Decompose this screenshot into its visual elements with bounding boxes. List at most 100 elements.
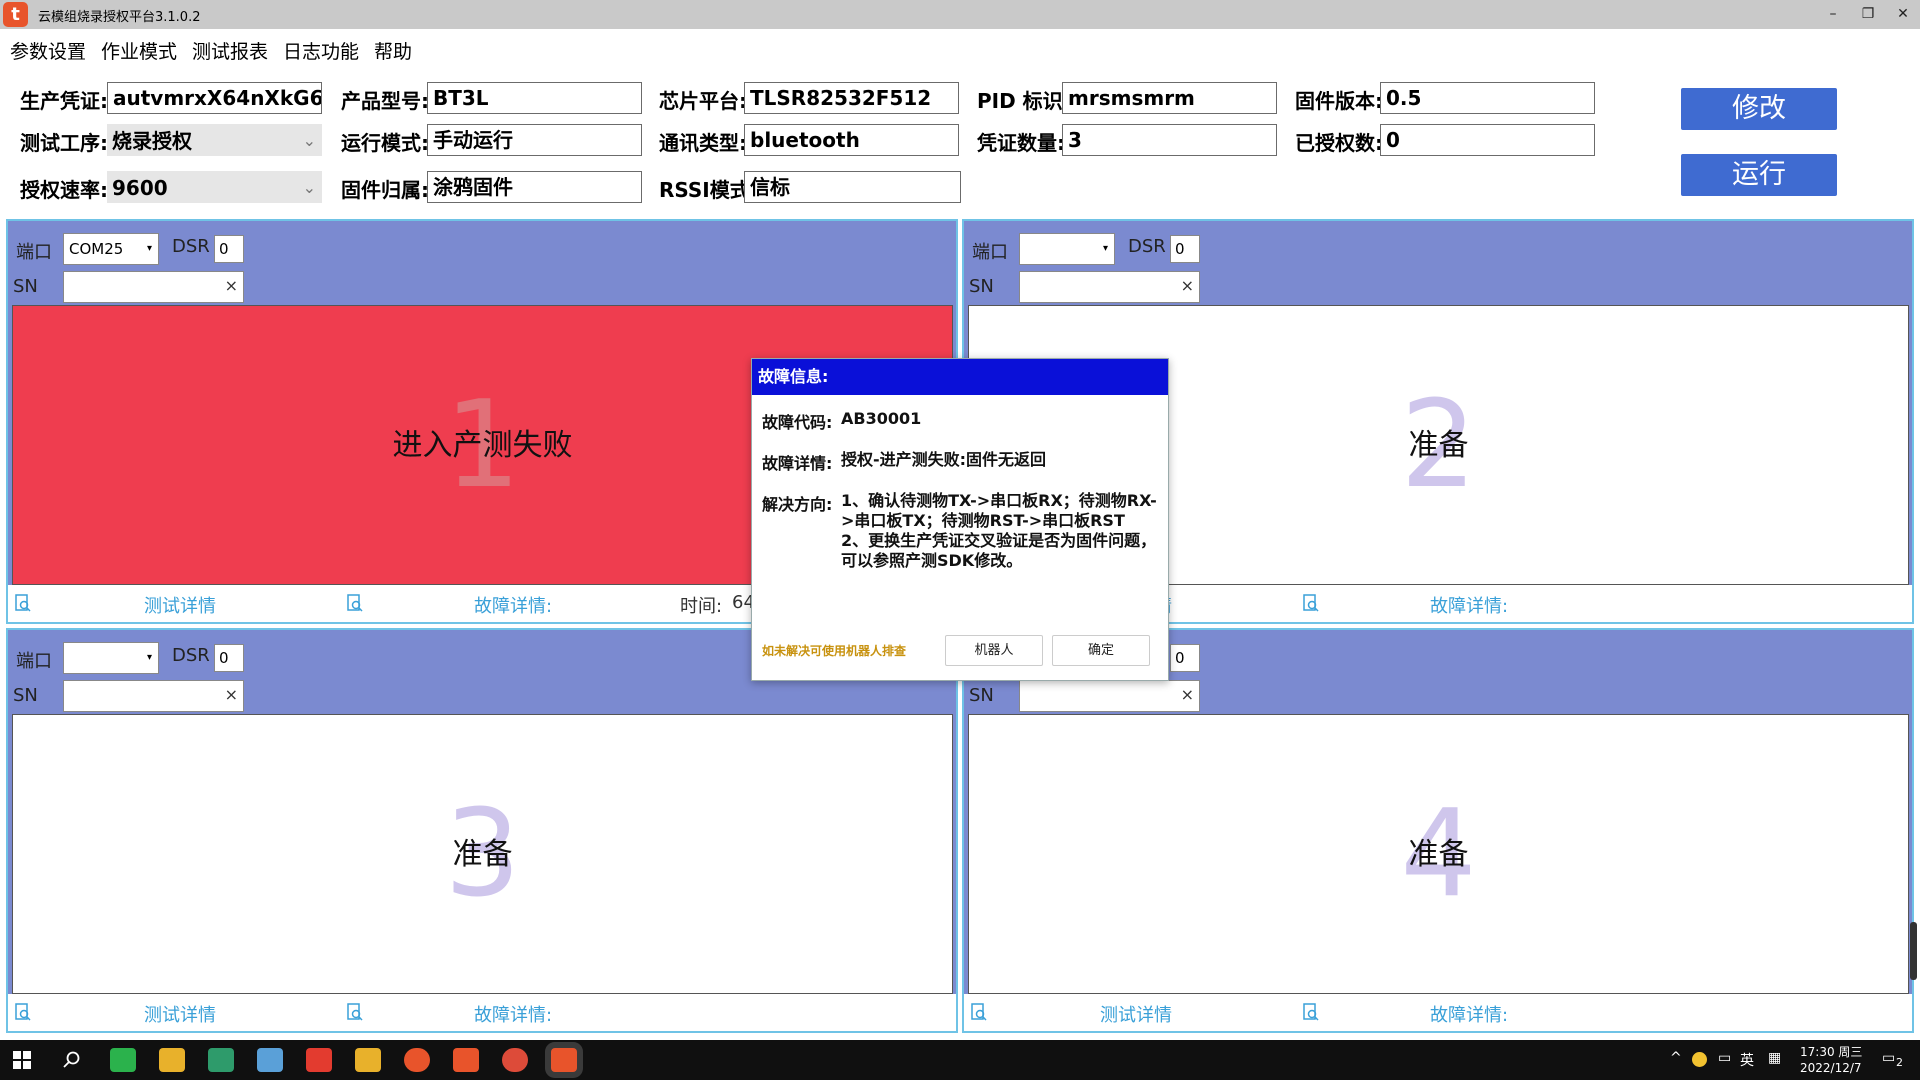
robot-button[interactable]: 机器人: [945, 635, 1043, 666]
chrome-icon[interactable]: [502, 1048, 528, 1072]
clear-icon[interactable]: ×: [1181, 276, 1194, 295]
search-doc-icon[interactable]: [346, 1003, 364, 1021]
search-doc-icon[interactable]: [14, 1003, 32, 1021]
close-button[interactable]: ✕: [1888, 2, 1918, 27]
dropdown-arrow-icon: ▾: [146, 243, 152, 254]
pid-field[interactable]: mrsmsmrm: [1062, 82, 1277, 114]
tool-icon[interactable]: [404, 1048, 430, 1072]
tray-status-icon[interactable]: [1692, 1052, 1707, 1067]
windows-start-icon[interactable]: [13, 1051, 31, 1069]
fault-detail-link[interactable]: 故障详情:: [474, 592, 552, 618]
dsr-field[interactable]: 0: [1170, 644, 1200, 672]
run-mode-field[interactable]: 手动运行: [427, 124, 642, 156]
solution-label: 解决方向:: [762, 495, 833, 514]
menu-bar: 参数设置 作业模式 测试报表 日志功能 帮助: [0, 33, 1920, 69]
dsr-label: DSR: [172, 645, 210, 666]
ime-icon[interactable]: ▦: [1768, 1050, 1781, 1066]
file-explorer-icon[interactable]: [159, 1048, 185, 1072]
fw-version-field[interactable]: 0.5: [1380, 82, 1595, 114]
dsr-field[interactable]: 0: [214, 644, 244, 672]
dsr-field[interactable]: 0: [214, 235, 244, 263]
sn-input[interactable]: ×: [1019, 680, 1200, 712]
sn-label: SN: [969, 276, 994, 297]
wechat-icon[interactable]: [110, 1048, 136, 1072]
test-detail-link[interactable]: 测试详情: [1100, 1001, 1172, 1027]
app-logo: t: [3, 2, 28, 27]
menu-help[interactable]: 帮助: [374, 37, 412, 64]
dialog-hint: 如未解决可使用机器人排查: [762, 644, 907, 658]
clock-time[interactable]: 17:30 周三: [1800, 1043, 1862, 1060]
process-select[interactable]: 烧录授权 ⌄: [107, 124, 322, 156]
test-detail-link[interactable]: 测试详情: [144, 592, 216, 618]
product-label: 产品型号:: [341, 89, 429, 113]
comm-field[interactable]: bluetooth: [744, 124, 959, 156]
port-select[interactable]: COM25 ▾: [63, 233, 159, 265]
notification-count: 2: [1896, 1056, 1903, 1069]
search-doc-icon[interactable]: [1302, 594, 1320, 612]
panel-footer: 测试详情 故障详情:: [8, 994, 956, 1031]
baud-select[interactable]: 9600 ⌄: [107, 171, 322, 203]
wps-icon[interactable]: [306, 1048, 332, 1072]
search-doc-icon[interactable]: [346, 594, 364, 612]
product-field[interactable]: BT3L: [427, 82, 642, 114]
notification-icon[interactable]: ▭: [1882, 1050, 1895, 1066]
authorized-field[interactable]: 0: [1380, 124, 1595, 156]
scrollbar-thumb[interactable]: [1910, 922, 1917, 980]
app-icon[interactable]: [208, 1048, 234, 1072]
port-label: 端口: [16, 242, 52, 263]
chip-field[interactable]: TLSR82532F512: [744, 82, 959, 114]
fault-code-value: AB30001: [841, 409, 922, 428]
fw-version-label: 固件版本:: [1295, 89, 1383, 113]
sn-input[interactable]: ×: [1019, 271, 1200, 303]
dialog-title: 故障信息:: [752, 359, 1168, 395]
network-icon[interactable]: ▭: [1718, 1050, 1731, 1066]
restore-button[interactable]: ❐: [1853, 2, 1883, 27]
port-select[interactable]: ▾: [1019, 233, 1115, 265]
input-language[interactable]: 英: [1740, 1050, 1754, 1070]
run-button[interactable]: 运行: [1681, 154, 1837, 196]
fw-owner-field[interactable]: 涂鸦固件: [427, 171, 642, 203]
modify-button[interactable]: 修改: [1681, 88, 1837, 130]
ok-button[interactable]: 确定: [1052, 635, 1150, 666]
tuya-icon[interactable]: [453, 1048, 479, 1072]
notes-icon[interactable]: [257, 1048, 283, 1072]
search-icon[interactable]: [63, 1051, 81, 1069]
search-doc-icon[interactable]: [14, 594, 32, 612]
menu-work-mode[interactable]: 作业模式: [101, 37, 177, 64]
dsr-label: DSR: [1128, 236, 1166, 257]
process-select-value: 烧录授权: [112, 129, 192, 153]
rssi-label: RSSI模式: [659, 178, 750, 202]
clear-icon[interactable]: ×: [225, 276, 238, 295]
fault-detail-link[interactable]: 故障详情:: [1430, 1001, 1508, 1027]
dsr-field[interactable]: 0: [1170, 235, 1200, 263]
clear-icon[interactable]: ×: [225, 685, 238, 704]
port-select[interactable]: ▾: [63, 642, 159, 674]
minimize-button[interactable]: –: [1818, 2, 1848, 27]
credential-field[interactable]: autvmrxX64nXkG6T: [107, 82, 322, 114]
fault-info-dialog: 故障信息: 故障代码: AB30001 故障详情: 授权-进产测失败:固件无返回…: [751, 358, 1169, 681]
station-status-area: 3 准备: [12, 714, 953, 994]
menu-test-report[interactable]: 测试报表: [192, 37, 268, 64]
fault-detail-link[interactable]: 故障详情:: [474, 1001, 552, 1027]
clear-icon[interactable]: ×: [1181, 685, 1194, 704]
cred-count-field[interactable]: 3: [1062, 124, 1277, 156]
tray-chevron-icon[interactable]: ^: [1670, 1050, 1682, 1066]
search-doc-icon[interactable]: [1302, 1003, 1320, 1021]
test-detail-link[interactable]: 测试详情: [144, 1001, 216, 1027]
dropdown-arrow-icon: ▾: [146, 652, 152, 663]
authorized-label: 已授权数:: [1295, 131, 1383, 155]
chevron-down-icon: ⌄: [302, 131, 316, 150]
folder-icon[interactable]: [355, 1048, 381, 1072]
comm-label: 通讯类型:: [659, 131, 747, 155]
fault-detail-link[interactable]: 故障详情:: [1430, 592, 1508, 618]
menu-log[interactable]: 日志功能: [283, 37, 359, 64]
sn-input[interactable]: ×: [63, 680, 244, 712]
tuya-active-icon[interactable]: [551, 1048, 577, 1072]
sn-label: SN: [969, 685, 994, 706]
clock-date[interactable]: 2022/12/7: [1800, 1061, 1862, 1075]
sn-input[interactable]: ×: [63, 271, 244, 303]
search-doc-icon[interactable]: [970, 1003, 988, 1021]
rssi-field[interactable]: 信标: [744, 171, 961, 203]
station-status-area: 4 准备: [968, 714, 1909, 994]
menu-param-settings[interactable]: 参数设置: [10, 37, 86, 64]
